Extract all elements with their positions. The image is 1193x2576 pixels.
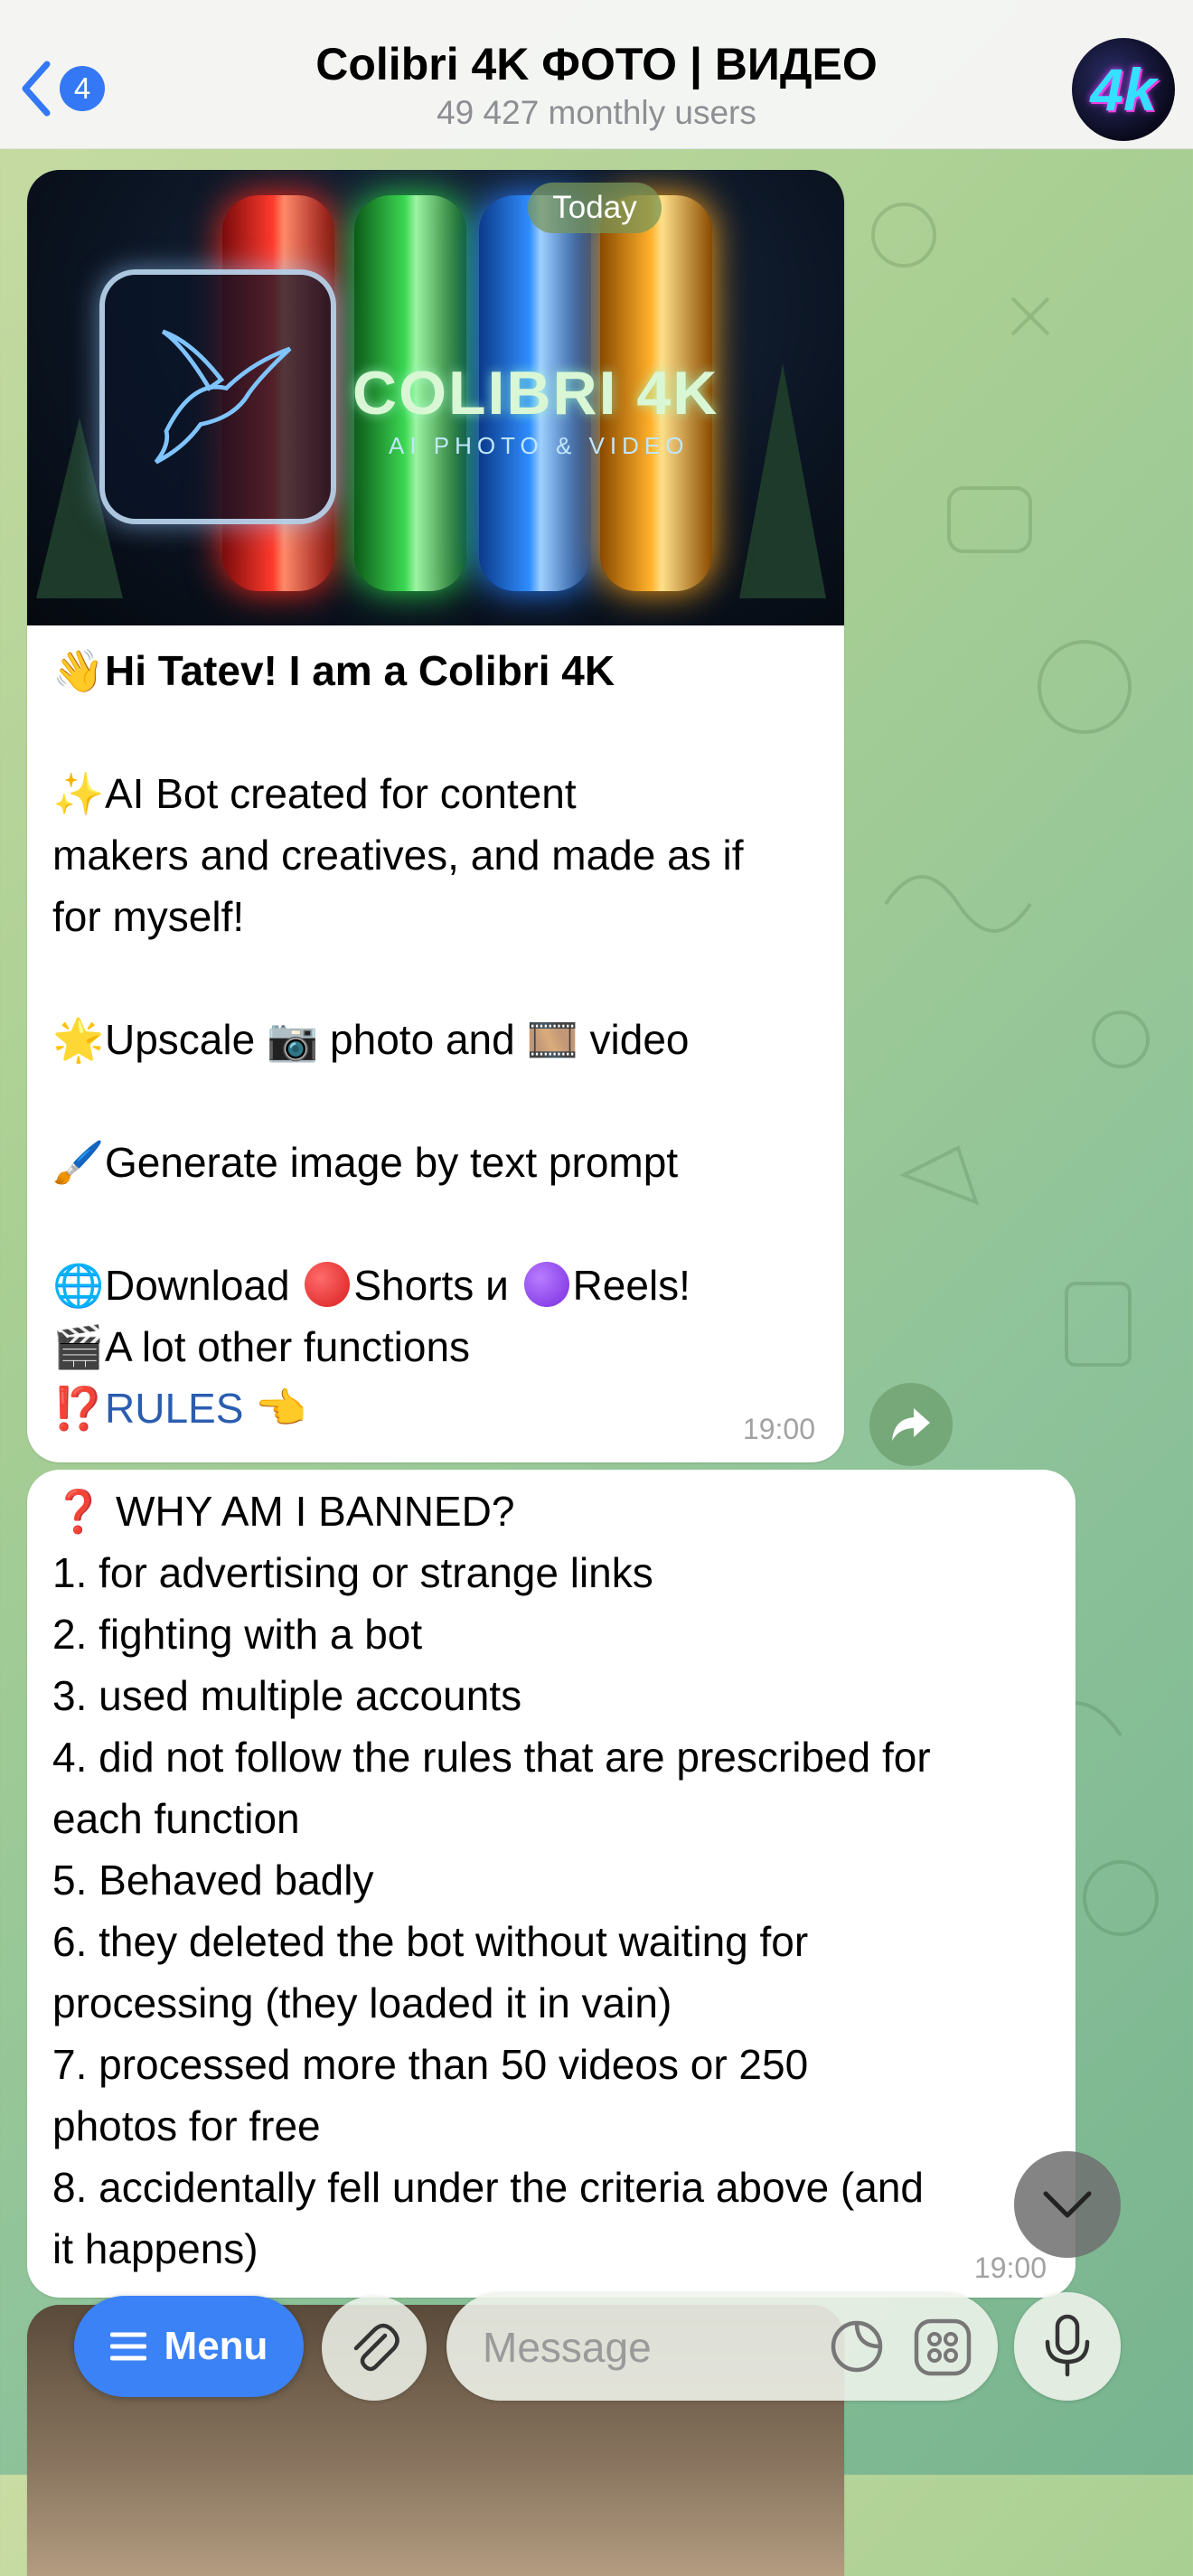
banner-brand: COLIBRI 4K xyxy=(352,359,719,428)
rules-line: ❓ WHY AM I BANNED? xyxy=(52,1488,515,1535)
hummingbird-logo xyxy=(99,269,336,524)
rules-line: 2. fighting with a bot xyxy=(52,1611,423,1658)
wave-emoji: 👋 xyxy=(52,647,105,694)
rules-line: 3. used multiple accounts xyxy=(52,1672,522,1719)
functions-text: A lot other functions xyxy=(105,1323,471,1370)
date-pill: Today xyxy=(528,183,662,233)
voice-record-button[interactable] xyxy=(1014,2292,1121,2401)
rules-line: 6. they deleted the bot without waiting … xyxy=(52,1918,809,1965)
rules-line: it happens) xyxy=(52,2225,258,2272)
message-time: 19:00 xyxy=(742,1413,815,1445)
share-arrow-icon xyxy=(892,1408,930,1441)
download-text-c: Reels! xyxy=(572,1262,690,1309)
bot-avatar[interactable]: 4k xyxy=(1072,38,1175,141)
bot-menu-button[interactable]: Menu xyxy=(74,2296,304,2397)
back-button[interactable]: 4 xyxy=(16,52,120,125)
upscale-text-c: video xyxy=(589,1016,690,1063)
rules-line: photos for free xyxy=(52,2102,321,2149)
chat-subtitle: 49 427 monthly users xyxy=(437,94,756,131)
menu-lines-icon xyxy=(109,2332,146,2361)
pointing-hand-emoji: 👈 xyxy=(255,1385,307,1432)
greeting-text: Hi Tatev! I am a Colibri 4K xyxy=(105,647,615,694)
intro-line-1: AI Bot created for content xyxy=(105,770,577,817)
message-time: 19:00 xyxy=(973,2252,1047,2284)
generate-text: Generate image by text prompt xyxy=(105,1139,679,1186)
camera-emoji: 📷 xyxy=(266,1016,319,1063)
rules-link[interactable]: RULES xyxy=(105,1385,243,1432)
unread-count-badge: 4 xyxy=(60,66,105,111)
rules-line: 8. accidentally fell under the criteria … xyxy=(52,2164,925,2211)
welcome-text: 👋Hi Tatev! I am a Colibri 4K ✨AI Bot cre… xyxy=(27,625,844,1439)
rules-line: 7. processed more than 50 videos or 250 xyxy=(52,2041,809,2088)
menu-label: Menu xyxy=(164,2324,268,2368)
download-text-a: Download xyxy=(105,1262,290,1309)
banner-tagline: AI PHOTO & VIDEO xyxy=(389,432,690,459)
rules-line: 1. for advertising or strange links xyxy=(52,1549,653,1596)
sparkles-emoji: ✨ xyxy=(52,770,105,817)
hummingbird-icon xyxy=(154,329,292,465)
chat-header: 4 Colibri 4K ФОТО | ВИДЕО 49 427 monthly… xyxy=(0,0,1193,149)
clapper-emoji: 🎬 xyxy=(52,1323,105,1370)
sticker-icon[interactable] xyxy=(826,2316,888,2377)
rules-text: ❓ WHY AM I BANNED? 1. for advertising or … xyxy=(27,1470,1076,2280)
welcome-message: COLIBRI 4K AI PHOTO & VIDEO 👋Hi Tatev! I… xyxy=(27,170,844,1462)
paintbrush-emoji: 🖌️ xyxy=(52,1139,105,1186)
attach-button[interactable] xyxy=(322,2296,427,2401)
chat-title[interactable]: Colibri 4K ФОТО | ВИДЕО xyxy=(226,38,967,90)
rules-line: 4. did not follow the rules that are pre… xyxy=(52,1734,931,1781)
message-input[interactable] xyxy=(481,2319,810,2375)
intro-line-2: makers and creatives, and made as if xyxy=(52,832,744,879)
paperclip-icon xyxy=(353,2323,399,2372)
exclamation-question-emoji: ⁉️ xyxy=(52,1385,105,1432)
globe-emoji: 🌐 xyxy=(52,1262,105,1309)
film-emoji: 🎞️ xyxy=(526,1016,578,1063)
christmas-tree-right xyxy=(739,363,826,598)
welcome-banner-image[interactable]: COLIBRI 4K AI PHOTO & VIDEO xyxy=(27,170,844,625)
upscale-text-b: photo and xyxy=(330,1016,515,1063)
microphone-icon xyxy=(1045,2314,1090,2377)
message-input-container xyxy=(446,2292,998,2401)
apps-grid-icon[interactable] xyxy=(913,2317,972,2377)
rules-line: 5. Behaved badly xyxy=(52,1857,374,1904)
star-emoji: 🌟 xyxy=(52,1016,105,1063)
chevron-down-icon xyxy=(1043,2191,1092,2218)
avatar-logo-text: 4k xyxy=(1090,56,1157,123)
scroll-to-bottom-button[interactable] xyxy=(1014,2151,1121,2258)
rules-line: processing (they loaded it in vain) xyxy=(52,1979,672,2026)
red-circle-icon xyxy=(305,1262,351,1307)
upscale-text-a: Upscale xyxy=(105,1016,256,1063)
share-button[interactable] xyxy=(869,1383,953,1466)
intro-line-3: for myself! xyxy=(52,893,245,940)
rules-message: ❓ WHY AM I BANNED? 1. for advertising or … xyxy=(27,1470,1076,2298)
back-chevron-icon xyxy=(22,61,51,117)
purple-circle-icon xyxy=(523,1262,569,1307)
download-text-b: Shorts и xyxy=(353,1262,509,1309)
rules-line: each function xyxy=(52,1795,300,1842)
